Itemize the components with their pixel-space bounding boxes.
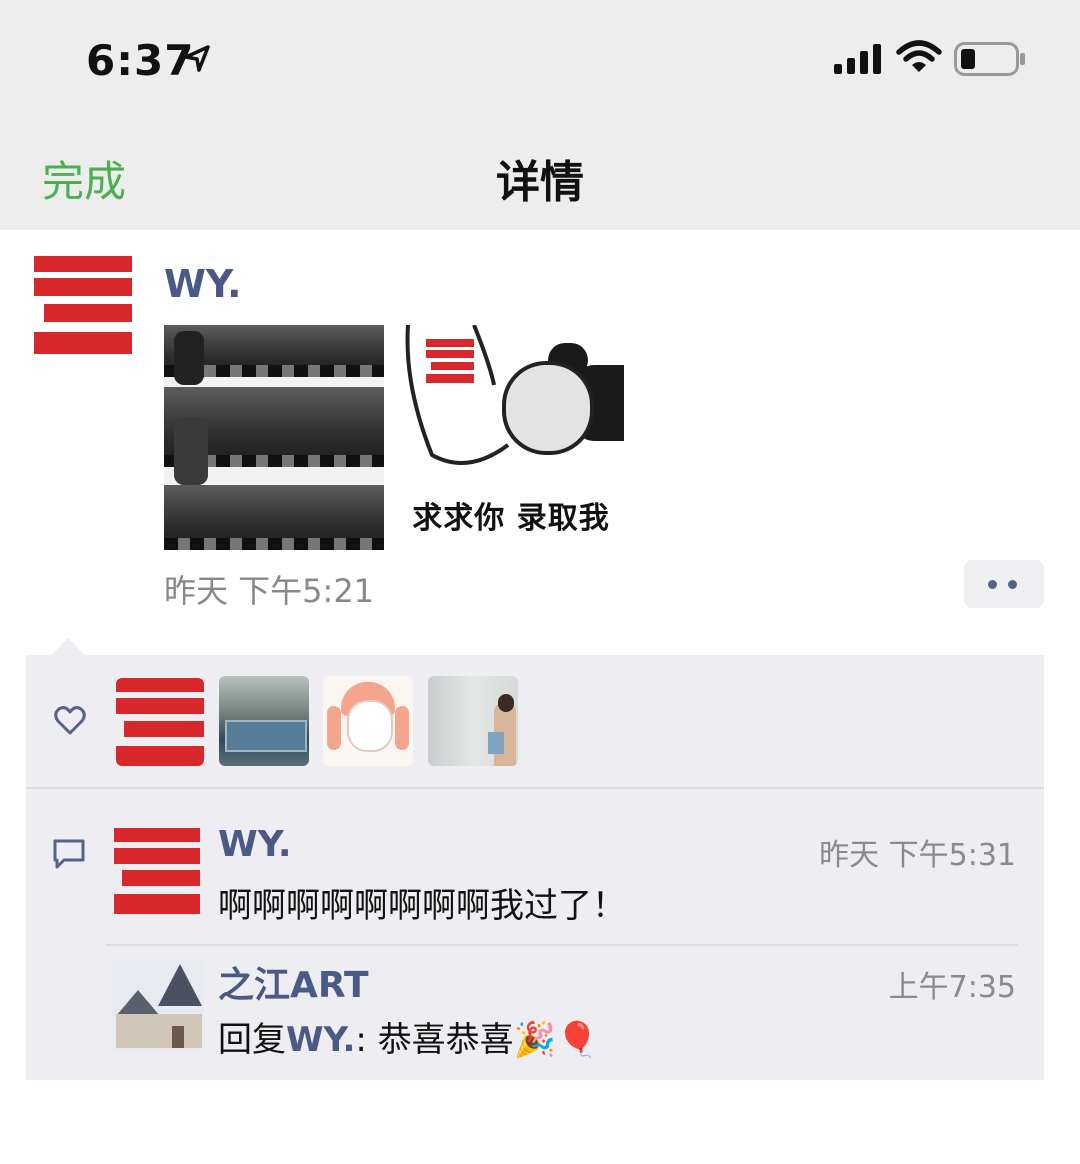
comment-text[interactable]: 啊啊啊啊啊啊啊啊我过了！	[218, 878, 626, 927]
post-photo-campus[interactable]	[164, 325, 384, 550]
status-time: 6:37	[86, 36, 195, 85]
battery-icon	[954, 42, 1025, 76]
meme-caption: 求求你 录取我	[412, 501, 610, 536]
post-timestamp: 昨天 下午5:21	[164, 572, 375, 610]
girl-braid-left	[327, 706, 341, 750]
castle-roof-right	[158, 964, 202, 1006]
heart-icon	[54, 706, 86, 735]
sign-board	[225, 720, 307, 752]
more-dot	[1008, 580, 1017, 589]
bubble-pointer	[50, 638, 86, 656]
comment-divider	[106, 944, 1018, 946]
location-arrow-icon	[184, 45, 210, 72]
author-avatar[interactable]	[34, 256, 132, 354]
girl-face	[347, 700, 393, 752]
bunny-ears-drawing	[405, 325, 510, 465]
like-avatar-cartoon-girl[interactable]	[323, 676, 413, 766]
cellular-signal-icon	[834, 44, 881, 74]
person-bag	[488, 732, 504, 754]
like-avatar-logo[interactable]	[116, 678, 204, 766]
reply-prefix: 回复	[218, 1020, 286, 1060]
castle-walls	[116, 1014, 202, 1048]
castle-door	[172, 1026, 184, 1048]
post-photo-panda-meme[interactable]: 求求你 录取我	[398, 325, 624, 550]
logo-avatar	[116, 678, 204, 766]
person-hair	[498, 694, 514, 712]
girl-braid-right	[395, 706, 409, 750]
comment-timestamp: 昨天 下午5:31	[819, 838, 1016, 873]
page-title: 详情	[496, 157, 584, 208]
comment-timestamp: 上午7:35	[888, 970, 1016, 1005]
more-actions-button[interactable]	[964, 560, 1044, 608]
reply-separator: :	[355, 1020, 378, 1060]
comment-avatar-logo[interactable]	[114, 828, 200, 914]
comment-author-name[interactable]: 之江ART	[218, 956, 369, 1008]
comment-reply[interactable]: 回复WY.: 恭喜恭喜🎉🎈	[218, 1012, 598, 1061]
comment-icon	[53, 839, 85, 869]
post-author-name[interactable]: WY.	[164, 262, 242, 306]
wifi-icon	[896, 40, 942, 72]
reply-target-name[interactable]: WY.	[286, 1020, 355, 1060]
like-avatar-campus-sign[interactable]	[219, 676, 309, 766]
likes-divider	[26, 787, 1044, 789]
castle-roof-left	[116, 990, 160, 1016]
reply-text: 恭喜恭喜🎉🎈	[377, 1020, 599, 1060]
more-dot	[988, 580, 997, 589]
like-avatar-person-photo[interactable]	[428, 676, 518, 766]
comment-avatar-castle[interactable]	[112, 960, 204, 1052]
comment-author-name[interactable]: WY.	[218, 824, 292, 865]
